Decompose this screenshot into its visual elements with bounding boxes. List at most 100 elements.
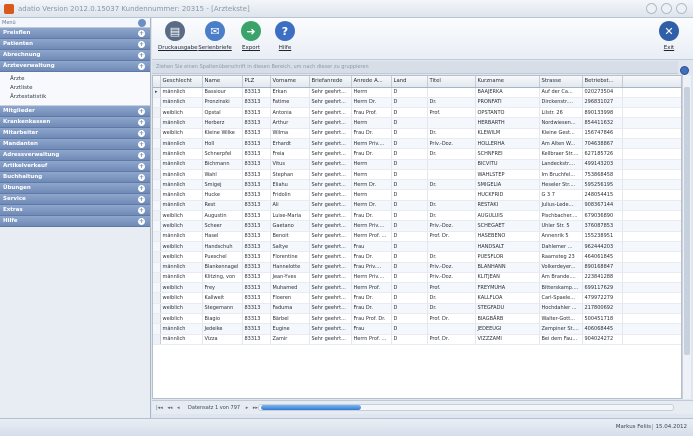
filter-icon[interactable] xyxy=(680,66,689,75)
horizontal-scrollbar[interactable] xyxy=(258,404,674,411)
table-row[interactable]: männlich Hucke 83313 Fridolin Sehr geehrt...… xyxy=(153,189,681,201)
table-cell[interactable]: Pueschel xyxy=(202,251,243,263)
group-by-drop-area[interactable]: Ziehen Sie einen Spaltenüberschrift in d… xyxy=(152,61,678,74)
row-indicator[interactable] xyxy=(153,323,161,335)
table-row[interactable]: weiblich Kleine Wilke 83313 Wilma Sehr geehr… xyxy=(153,128,681,139)
table-cell[interactable]: D xyxy=(391,107,428,119)
column-header[interactable]: Briefanrede xyxy=(309,76,352,88)
expand-icon[interactable]: + xyxy=(138,185,145,192)
table-cell[interactable]: D xyxy=(391,117,428,129)
sidebar-section[interactable]: Buchhaltung + xyxy=(0,172,150,183)
table-cell[interactable]: Bärbel xyxy=(270,313,310,325)
sidebar-section[interactable]: Service + xyxy=(0,194,150,205)
table-cell[interactable]: Am Brande.... xyxy=(539,272,583,284)
row-indicator[interactable] xyxy=(153,138,161,150)
table-cell[interactable]: 890133998 xyxy=(582,107,623,119)
table-cell[interactable]: 854411632 xyxy=(582,117,623,129)
table-cell[interactable]: Sehr geehrt... xyxy=(309,231,352,242)
sidebar-section[interactable]: Abrechnung + xyxy=(0,50,150,61)
table-cell[interactable]: Herrn Dr. xyxy=(351,179,392,191)
table-cell[interactable]: Frau Priv.... xyxy=(351,262,392,273)
table-cell[interactable]: Hucke xyxy=(202,189,243,201)
table-cell[interactable]: Zamir xyxy=(270,334,310,345)
column-header[interactable]: Anrede A... xyxy=(351,76,392,88)
table-cell[interactable]: 020273504 xyxy=(582,87,623,98)
table-cell[interactable]: D xyxy=(391,292,428,304)
table-cell[interactable]: JEDEEUGI xyxy=(475,323,540,335)
expand-icon[interactable]: + xyxy=(138,63,145,70)
table-cell[interactable]: 83313 xyxy=(242,323,271,335)
row-indicator[interactable] xyxy=(153,231,161,242)
table-cell[interactable]: D xyxy=(391,87,428,98)
table-cell[interactable]: Wilma xyxy=(270,128,310,139)
table-cell[interactable]: 704638867 xyxy=(582,138,623,150)
row-indicator[interactable] xyxy=(153,107,161,119)
table-cell[interactable]: 479972279 xyxy=(582,292,623,304)
table-cell[interactable]: Biagio xyxy=(202,313,243,325)
table-cell[interactable]: D xyxy=(391,251,428,263)
table-cell[interactable]: Gaetano xyxy=(270,220,310,232)
table-cell[interactable]: Herrn Priv.... xyxy=(351,272,392,284)
table-cell[interactable]: Am Alten W... xyxy=(539,138,583,150)
row-indicator[interactable] xyxy=(153,189,161,201)
table-cell[interactable]: G 3 7 xyxy=(539,189,583,201)
column-header[interactable]: Strasse xyxy=(539,76,583,88)
table-cell[interactable]: weiblich xyxy=(160,251,203,263)
table-cell[interactable]: Sehr geehrt... xyxy=(309,241,352,253)
sidebar-section[interactable]: Mitarbeiter + xyxy=(0,128,150,139)
table-cell[interactable]: 83313 xyxy=(242,97,271,109)
table-cell[interactable]: HERBARTH xyxy=(475,117,540,129)
table-cell[interactable]: Handschuh xyxy=(202,241,243,253)
table-cell[interactable]: Benoit xyxy=(270,231,310,242)
table-cell[interactable]: D xyxy=(391,272,428,284)
prev-page-icon[interactable]: ◂◂ xyxy=(167,401,172,415)
next-record-icon[interactable]: ▸ xyxy=(246,401,249,415)
vertical-scroll-thumb[interactable] xyxy=(684,87,690,355)
table-cell[interactable]: Arthur xyxy=(270,117,310,129)
table-cell[interactable]: 376087853 xyxy=(582,220,623,232)
table-cell[interactable]: weiblich xyxy=(160,220,203,232)
row-indicator[interactable] xyxy=(153,97,161,109)
table-cell[interactable]: 83313 xyxy=(242,189,271,201)
table-cell[interactable]: Sehr geehrt... xyxy=(309,148,352,160)
table-cell[interactable]: 156747846 xyxy=(582,128,623,139)
table-cell[interactable]: Prof. Dr. xyxy=(427,313,476,325)
table-cell[interactable]: 83313 xyxy=(242,272,271,284)
table-cell[interactable]: Sehr geehrt... xyxy=(309,251,352,263)
table-cell[interactable]: Fridolin xyxy=(270,189,310,201)
table-cell[interactable]: Auf der Ca... xyxy=(539,87,583,98)
table-cell[interactable]: Herrn Priv.... xyxy=(351,220,392,232)
table-cell[interactable]: Sehr geehrt... xyxy=(309,262,352,273)
table-cell[interactable]: Prof. Dr. xyxy=(427,334,476,345)
table-cell[interactable]: Sehr geehrt... xyxy=(309,282,352,294)
table-cell[interactable]: 500451718 xyxy=(582,313,623,325)
table-cell[interactable]: Hasel xyxy=(202,231,243,242)
expand-icon[interactable]: + xyxy=(138,152,145,159)
table-cell[interactable]: Frau xyxy=(351,241,392,253)
column-header[interactable]: Geschlecht xyxy=(160,76,203,88)
table-cell[interactable]: Floeren xyxy=(270,292,310,304)
row-indicator[interactable] xyxy=(153,313,161,325)
table-cell[interactable]: Herrn Prof. ... xyxy=(351,334,392,345)
minimize-icon[interactable] xyxy=(646,3,657,14)
table-cell[interactable]: Frau Prof. xyxy=(351,107,392,119)
sidebar-section[interactable]: Mitglieder + xyxy=(0,106,150,117)
table-cell[interactable]: Prof. xyxy=(427,107,476,119)
row-indicator[interactable] xyxy=(153,117,161,129)
table-cell[interactable]: 217800692 xyxy=(582,303,623,315)
table-cell[interactable]: Pronzinski xyxy=(202,97,243,109)
table-cell[interactable]: 83313 xyxy=(242,262,271,273)
expand-icon[interactable]: + xyxy=(138,130,145,137)
table-row[interactable]: männlich Herberz 83313 Arthur Sehr geehrt...… xyxy=(153,117,681,129)
table-cell[interactable]: Herrn Prof. ... xyxy=(351,231,392,242)
table-cell[interactable]: Dr. xyxy=(427,128,476,139)
table-cell[interactable]: PRONFATI xyxy=(475,97,540,109)
table-cell[interactable]: D xyxy=(391,189,428,201)
table-cell[interactable]: weiblich xyxy=(160,128,203,139)
table-cell[interactable]: 83313 xyxy=(242,117,271,129)
table-cell[interactable]: KLITJEAN xyxy=(475,272,540,284)
table-row[interactable]: weiblich Stegemann 83313 Faduma Sehr geehrt.… xyxy=(153,303,681,315)
table-cell[interactable]: Bitterskamp.... xyxy=(539,282,583,294)
table-cell[interactable]: Sehr geehrt... xyxy=(309,87,352,98)
table-cell[interactable]: Priv.-Doz. xyxy=(427,220,476,232)
